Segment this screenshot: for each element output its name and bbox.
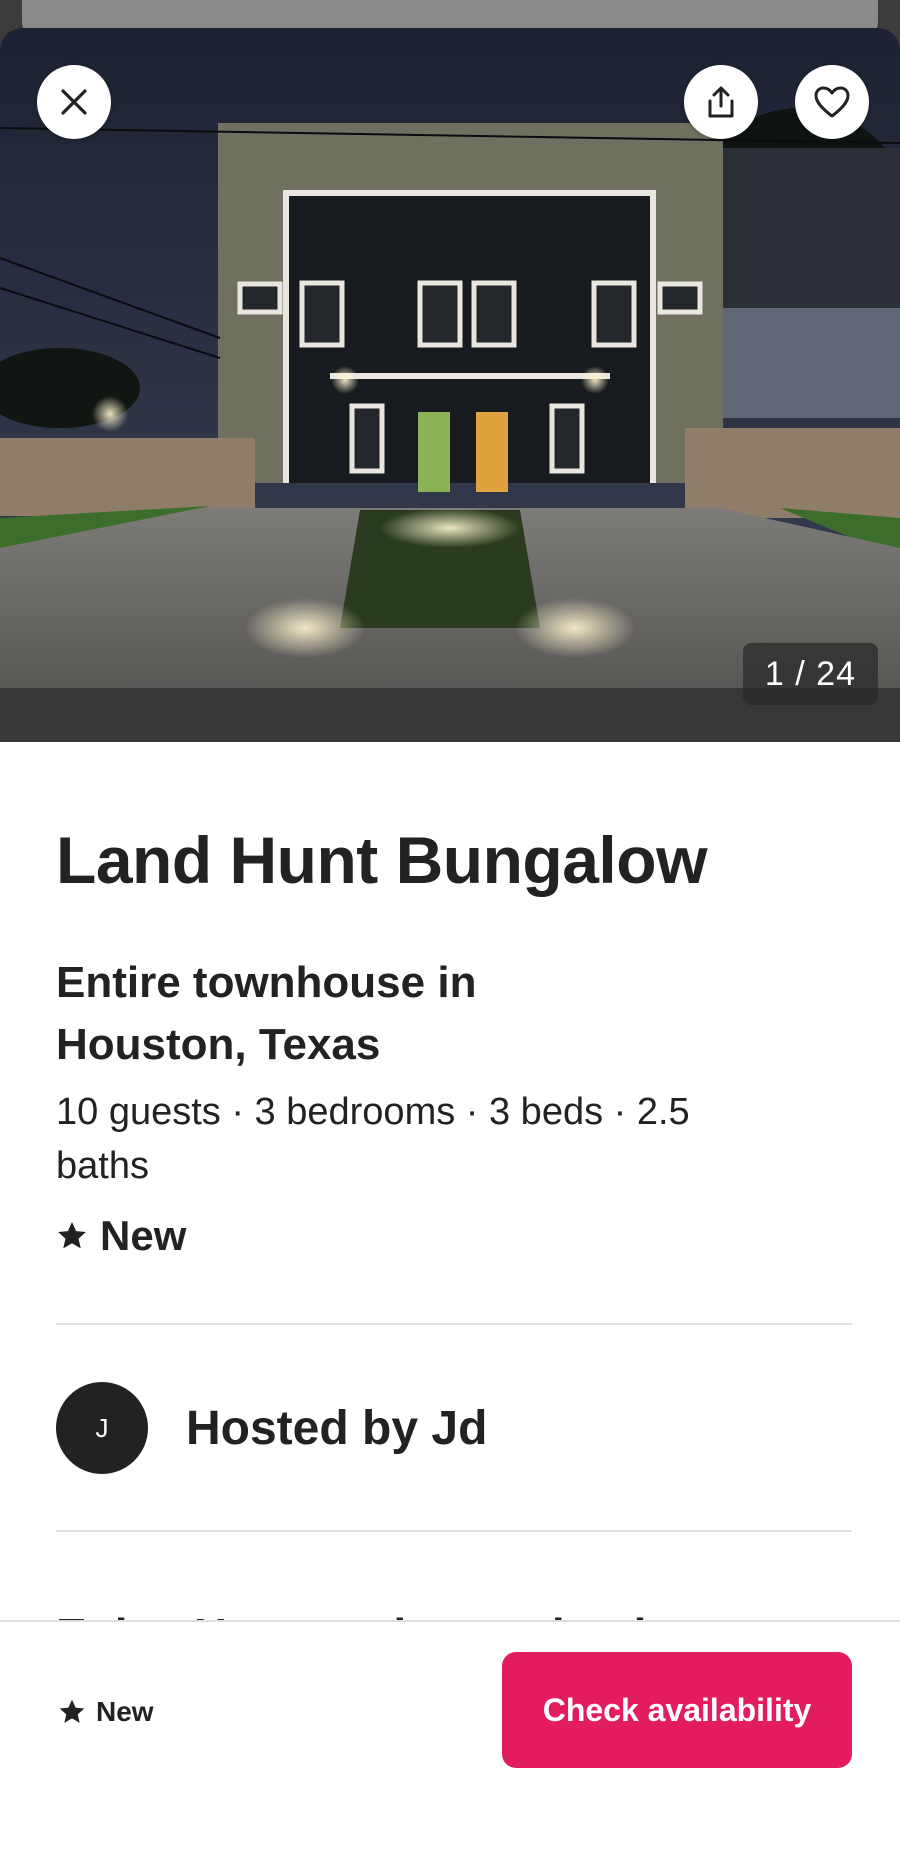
divider	[56, 1323, 852, 1325]
star-icon	[59, 1699, 85, 1723]
footer-rating-label: New	[96, 1696, 154, 1727]
listing-capacity: 10 guests · 3 bedrooms · 3 beds · 2.5 ba…	[56, 1091, 690, 1187]
check-availability-button[interactable]: Check availability	[502, 1652, 852, 1768]
listing-sheet: 1 / 24 Land Hunt Bungalow Entire townhou…	[0, 28, 900, 1855]
photo-counter: 1 / 24	[742, 643, 878, 705]
close-icon	[61, 89, 87, 115]
footer-rating: New	[58, 1696, 154, 1728]
listing-rating: New	[56, 1212, 186, 1260]
favorite-button[interactable]	[795, 65, 869, 139]
host-avatar: J	[56, 1382, 148, 1474]
listing-subtitle: Entire townhouse in Houston, Texas	[56, 958, 477, 1069]
star-icon	[58, 1222, 86, 1249]
heart-icon	[814, 86, 850, 118]
booking-footer: New Check availability	[0, 1620, 900, 1855]
listing-title: Land Hunt Bungalow	[56, 823, 707, 897]
divider	[56, 1530, 852, 1532]
rating-label: New	[100, 1212, 187, 1259]
photo-gallery[interactable]: 1 / 24	[0, 28, 900, 742]
close-button[interactable]	[37, 65, 111, 139]
host-label: Hosted by Jd	[186, 1401, 488, 1455]
listing-photo	[0, 28, 900, 742]
share-icon	[708, 86, 734, 118]
host-row[interactable]: J Hosted by Jd	[56, 1382, 487, 1474]
share-button[interactable]	[684, 65, 758, 139]
